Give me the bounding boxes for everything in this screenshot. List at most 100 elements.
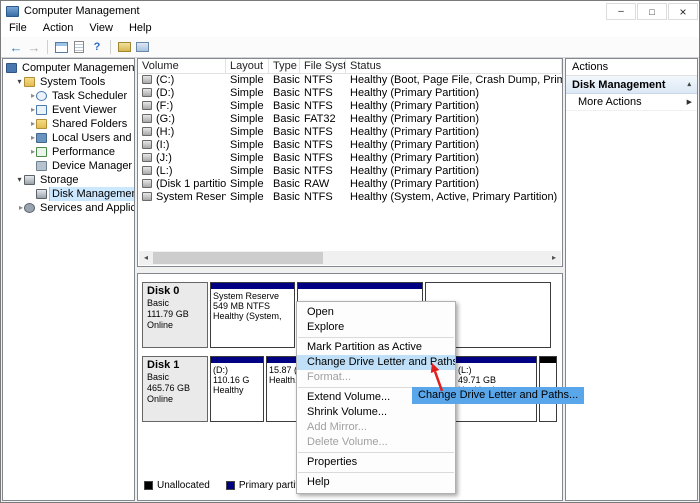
chevron-right-icon[interactable] — [687, 94, 692, 111]
menu-item-help[interactable]: Help — [297, 475, 455, 490]
storage-icon — [24, 175, 35, 185]
chevron-collapsed-icon[interactable] — [27, 145, 36, 159]
unallocated-swatch-icon — [144, 481, 153, 490]
volume-row[interactable]: (D:) Simple Basic NTFS Healthy (Primary … — [138, 87, 562, 100]
chevron-collapsed-icon[interactable] — [27, 131, 36, 145]
menu-item-properties[interactable]: Properties — [297, 455, 455, 470]
column-header-layout[interactable]: Layout — [226, 59, 269, 74]
chevron-up-icon[interactable] — [687, 76, 691, 94]
volume-type: Basic — [269, 126, 300, 139]
volume-status: Healthy (Primary Partition) — [346, 126, 562, 139]
menu-bar: File Action View Help — [1, 21, 699, 37]
chevron-collapsed-icon[interactable] — [15, 201, 24, 215]
menu-separator — [298, 337, 454, 338]
column-header-type[interactable]: Type — [269, 59, 300, 74]
menu-item-shrink-volume[interactable]: Shrink Volume... — [297, 405, 455, 420]
menu-action[interactable]: Action — [35, 21, 82, 37]
actions-group-disk-management[interactable]: Disk Management — [566, 76, 697, 94]
column-header-status[interactable]: Status — [346, 59, 562, 74]
maximize-button[interactable] — [637, 3, 667, 20]
tree-item-label: Performance — [50, 145, 117, 159]
actions-panel: Actions Disk Management More Actions — [565, 58, 698, 501]
volume-row[interactable]: (Disk 1 partition 2) Simple Basic RAW He… — [138, 178, 562, 191]
close-button[interactable] — [668, 3, 698, 20]
primary-partition-swatch-icon — [226, 481, 235, 490]
column-header-file-system[interactable]: File System — [300, 59, 346, 74]
tree-item-computer-management[interactable]: Computer Management (Local — [3, 61, 134, 75]
volume-fs: NTFS — [300, 74, 346, 87]
volume-layout: Simple — [226, 74, 269, 87]
scrollbar-thumb[interactable] — [153, 252, 323, 264]
help-icon[interactable] — [88, 39, 106, 55]
volume-row[interactable]: (H:) Simple Basic NTFS Healthy (Primary … — [138, 126, 562, 139]
tree-item-label: Task Scheduler — [50, 89, 129, 103]
window-controls — [605, 2, 699, 20]
volume-row[interactable]: (L:) Simple Basic NTFS Healthy (Primary … — [138, 165, 562, 178]
chevron-collapsed-icon[interactable] — [27, 117, 36, 131]
tree-item-task-scheduler[interactable]: Task Scheduler — [3, 89, 134, 103]
tree-item-shared-folders[interactable]: Shared Folders — [3, 117, 134, 131]
actions-group-label: Disk Management — [572, 76, 666, 94]
tree-item-disk-management[interactable]: Disk Management — [3, 187, 134, 201]
tree-item-services-applications[interactable]: Services and Applications — [3, 201, 134, 215]
export-list-icon[interactable] — [70, 39, 88, 55]
volume-row[interactable]: (F:) Simple Basic NTFS Healthy (Primary … — [138, 100, 562, 113]
chevron-collapsed-icon[interactable] — [27, 89, 36, 103]
volume-type: Basic — [269, 152, 300, 165]
console-tree-icon[interactable] — [52, 39, 70, 55]
volume-row[interactable]: (C:) Simple Basic NTFS Healthy (Boot, Pa… — [138, 74, 562, 87]
tree-item-local-users-groups[interactable]: Local Users and Groups — [3, 131, 134, 145]
console-tree-panel: Computer Management (Local System Tools … — [2, 58, 135, 501]
volume-status: Healthy (Primary Partition) — [346, 100, 562, 113]
menu-view[interactable]: View — [81, 21, 121, 37]
volume-row[interactable]: (I:) Simple Basic NTFS Healthy (Primary … — [138, 139, 562, 152]
menu-item-mark-partition-active[interactable]: Mark Partition as Active — [297, 340, 455, 355]
event-viewer-icon — [36, 105, 47, 115]
volume-row[interactable]: (G:) Simple Basic FAT32 Healthy (Primary… — [138, 113, 562, 126]
partition-name: (L:) — [456, 365, 536, 375]
volume-layout: Simple — [226, 165, 269, 178]
partition-name: System Reserve — [211, 291, 294, 301]
tree-item-storage[interactable]: Storage — [3, 173, 134, 187]
menu-item-open[interactable]: Open — [297, 305, 455, 320]
drive-icon — [142, 114, 152, 123]
scroll-left-icon[interactable] — [139, 251, 153, 265]
partition-legend: Unallocated Primary partition — [144, 480, 312, 491]
partition-system-reserved[interactable]: System Reserve 549 MB NTFS Healthy (Syst… — [210, 282, 295, 348]
disk-action-icon[interactable] — [115, 39, 133, 55]
menu-help[interactable]: Help — [121, 21, 160, 37]
volume-fs: NTFS — [300, 191, 346, 204]
primary-partition-strip — [211, 357, 263, 363]
chevron-expanded-icon[interactable] — [15, 173, 24, 187]
disk-0-label[interactable]: Disk 0 Basic 111.79 GB Online — [142, 282, 208, 348]
window-title: Computer Management — [24, 5, 140, 17]
tree-item-system-tools[interactable]: System Tools — [3, 75, 134, 89]
volume-row[interactable]: System Reserved (K:) Simple Basic NTFS H… — [138, 191, 562, 204]
menu-item-explore[interactable]: Explore — [297, 320, 455, 335]
tree-item-performance[interactable]: Performance — [3, 145, 134, 159]
drive-icon — [142, 75, 152, 84]
partition-size: 549 MB NTFS — [211, 301, 294, 311]
volume-type: Basic — [269, 139, 300, 152]
volume-layout: Simple — [226, 152, 269, 165]
disk-1-label[interactable]: Disk 1 Basic 465.76 GB Online — [142, 356, 208, 422]
chevron-collapsed-icon[interactable] — [27, 103, 36, 117]
back-arrow-icon[interactable] — [7, 39, 25, 55]
minimize-button[interactable] — [606, 3, 636, 20]
column-header-volume[interactable]: Volume — [138, 59, 226, 74]
drive-icon — [142, 140, 152, 149]
horizontal-scrollbar[interactable] — [139, 251, 561, 265]
tree-item-event-viewer[interactable]: Event Viewer — [3, 103, 134, 117]
chevron-expanded-icon[interactable] — [15, 75, 24, 89]
menu-file[interactable]: File — [1, 21, 35, 37]
tree-item-device-manager[interactable]: Device Manager — [3, 159, 134, 173]
scroll-right-icon[interactable] — [547, 251, 561, 265]
volume-layout: Simple — [226, 126, 269, 139]
disk-properties-icon[interactable] — [133, 39, 151, 55]
more-actions-item[interactable]: More Actions — [566, 94, 697, 111]
forward-arrow-icon[interactable] — [25, 39, 43, 55]
tree-item-label-selected: Disk Management — [50, 187, 134, 201]
partition-d-drive[interactable]: (D:) 110.16 G Healthy — [210, 356, 264, 422]
volume-row[interactable]: (J:) Simple Basic NTFS Healthy (Primary … — [138, 152, 562, 165]
drive-icon — [142, 166, 152, 175]
